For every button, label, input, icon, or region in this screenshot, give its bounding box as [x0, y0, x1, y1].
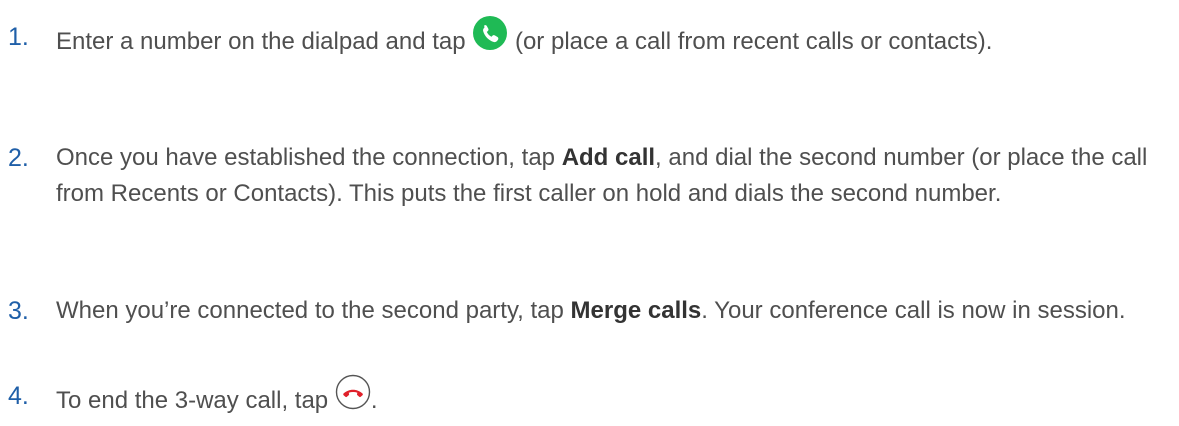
end-call-icon-graphic — [335, 374, 371, 410]
step-number: 3. — [8, 297, 29, 325]
step-text-before: Once you have established the connection… — [56, 144, 562, 171]
step-text-before: When you’re connected to the second part… — [56, 297, 571, 324]
step-text-before: To end the 3-way call, tap — [56, 386, 335, 414]
step-number: 4. — [8, 382, 29, 410]
step-text-after: . — [370, 386, 378, 414]
call-button-icon-graphic — [473, 16, 508, 50]
end-call-icon — [335, 374, 371, 421]
step-number: 1. — [8, 23, 29, 51]
call-button-icon — [472, 15, 508, 62]
step-text-after: (or place a call from recent calls or co… — [508, 27, 993, 55]
merge-calls-label: Merge calls — [570, 297, 702, 324]
step-text: Once you have established the connection… — [56, 140, 1168, 212]
add-call-label: Add call — [561, 144, 656, 171]
step-text: Enter a number on the dialpad and tap (o… — [56, 16, 1168, 66]
step-text: When you’re connected to the second part… — [56, 293, 1168, 329]
step-text-after: . Your conference call is now in session… — [701, 297, 1126, 324]
step-text: To end the 3-way call, tap . — [56, 374, 1168, 425]
step-text-before: Enter a number on the dialpad and tap — [56, 27, 473, 55]
step-number: 2. — [8, 144, 29, 172]
